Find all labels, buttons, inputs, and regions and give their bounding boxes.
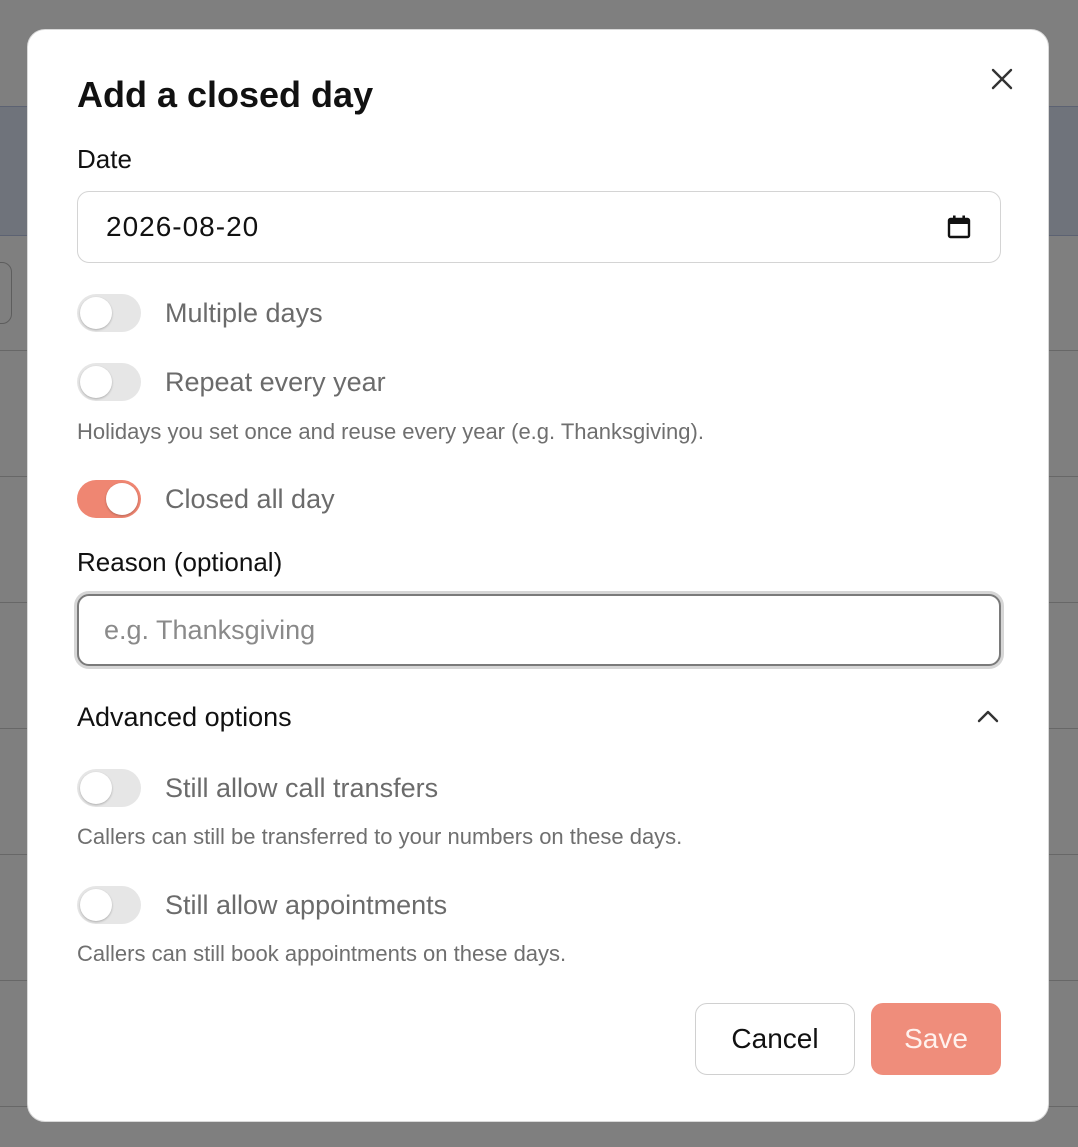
date-value: 2026-08-20	[106, 211, 260, 242]
multiple-days-row: Multiple days	[77, 294, 323, 332]
reason-label: Reason (optional)	[77, 547, 283, 577]
call-transfers-help: Callers can still be transferred to your…	[77, 824, 683, 849]
close-icon	[991, 68, 1013, 90]
repeat-every-year-toggle[interactable]	[77, 363, 141, 401]
appointments-help: Callers can still book appointments on t…	[77, 941, 567, 966]
multiple-days-label: Multiple days	[165, 297, 323, 328]
advanced-options-toggle[interactable]: Advanced options	[77, 695, 1001, 739]
call-transfers-row: Still allow call transfers	[77, 769, 438, 807]
repeat-every-year-help: Holidays you set once and reuse every ye…	[77, 419, 704, 444]
chevron-up-icon	[975, 704, 1001, 730]
closed-all-day-toggle[interactable]	[77, 480, 141, 518]
repeat-every-year-label: Repeat every year	[165, 366, 386, 397]
cancel-button[interactable]: Cancel	[695, 1003, 855, 1075]
repeat-every-year-row: Repeat every year	[77, 363, 386, 401]
closed-day-dialog: Add a closed day Date 2026-08-20 Multipl…	[27, 29, 1049, 1122]
closed-all-day-label: Closed all day	[165, 483, 335, 514]
multiple-days-toggle[interactable]	[77, 294, 141, 332]
advanced-options-label: Advanced options	[77, 701, 292, 732]
reason-input[interactable]	[77, 594, 1001, 666]
appointments-row: Still allow appointments	[77, 886, 447, 924]
date-label: Date	[77, 144, 132, 174]
closed-all-day-row: Closed all day	[77, 480, 335, 518]
date-input[interactable]: 2026-08-20	[77, 191, 1001, 263]
close-button[interactable]	[986, 63, 1018, 95]
call-transfers-label: Still allow call transfers	[165, 772, 439, 803]
calendar-icon[interactable]	[946, 214, 972, 240]
appointments-label: Still allow appointments	[165, 889, 448, 920]
save-button[interactable]: Save	[871, 1003, 1001, 1075]
call-transfers-toggle[interactable]	[77, 769, 141, 807]
dialog-title: Add a closed day	[77, 74, 374, 115]
appointments-toggle[interactable]	[77, 886, 141, 924]
